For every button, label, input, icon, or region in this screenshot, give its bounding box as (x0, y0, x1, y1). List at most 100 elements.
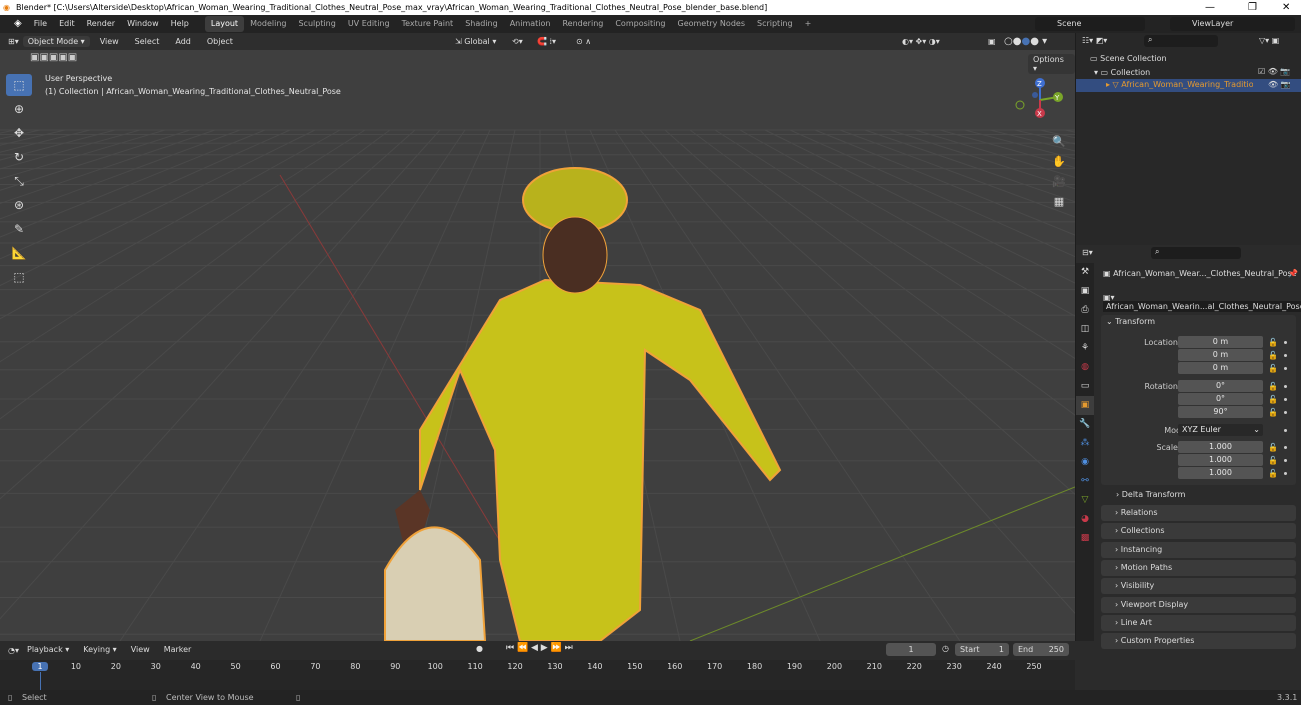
keying-menu[interactable]: Keying ▾ (77, 641, 122, 659)
view-layer-tab-icon[interactable]: ◫ (1076, 320, 1094, 339)
location-x-field[interactable]: 0 m (1178, 336, 1263, 348)
keyframe-dot[interactable] (1284, 446, 1287, 449)
tab-uv-editing[interactable]: UV Editing (342, 16, 396, 32)
lock-icon[interactable]: 🔓 (1268, 336, 1278, 349)
start-frame-field[interactable]: Start 1 (955, 643, 1009, 656)
timeline-view-menu[interactable]: View (125, 641, 156, 659)
tab-sculpting[interactable]: Sculpting (292, 16, 341, 32)
playback-controls[interactable]: ⏮ ⏪ ◀ ▶ ⏩ ⏭ (506, 643, 573, 653)
keyframe-dot[interactable] (1284, 472, 1287, 475)
menu-view[interactable]: View (94, 33, 125, 51)
transform-icon[interactable]: ⊛ (6, 194, 32, 216)
rotate-icon[interactable]: ↻ (6, 146, 32, 168)
marker-menu[interactable]: Marker (158, 641, 198, 659)
tab-geometry-nodes[interactable]: Geometry Nodes (672, 16, 751, 32)
panel-collections[interactable]: › Collections (1101, 523, 1296, 540)
scale-icon[interactable]: ⤡ (6, 170, 32, 192)
material-tab-icon[interactable]: ◕ (1076, 510, 1094, 529)
tab-rendering[interactable]: Rendering (556, 16, 609, 32)
modifier-tab-icon[interactable]: 🔧 (1076, 415, 1094, 434)
location-z-field[interactable]: 0 m (1178, 362, 1263, 374)
editor-type-icon[interactable]: ⊞▾ (8, 37, 19, 46)
outliner-display-icon[interactable]: ☷▾ ◩▾ (1082, 36, 1107, 45)
panel-motion-paths[interactable]: › Motion Paths (1101, 559, 1296, 576)
end-frame-field[interactable]: End 250 (1013, 643, 1069, 656)
lock-icon[interactable]: 🔓 (1268, 349, 1278, 362)
menu-object[interactable]: Object (201, 33, 239, 51)
grid-view-icon[interactable]: ▦ (1050, 192, 1068, 212)
collection-tab-icon[interactable]: ▭ (1076, 377, 1094, 396)
collection-item[interactable]: ▾ ▭ Collection (1094, 68, 1150, 77)
scene-selector[interactable]: Scene (1035, 17, 1145, 31)
snap-icon[interactable]: 🧲 ⁞▾ (537, 37, 556, 46)
keyframe-dot[interactable] (1284, 398, 1287, 401)
transform-header[interactable]: ⌄ Transform (1106, 317, 1155, 326)
panel-viewport-display[interactable]: › Viewport Display (1101, 596, 1296, 613)
timeline-ruler[interactable]: 1 10 20 30 40 50 60 70 80 90 100 110 120 130 140 150 160… (0, 660, 1075, 690)
particles-tab-icon[interactable]: ⁂ (1076, 434, 1094, 453)
blender-menu-icon[interactable]: ◈ (8, 15, 28, 33)
panel-visibility[interactable]: › Visibility (1101, 578, 1296, 595)
object-item[interactable]: ▸ ▽ African_Woman_Wearing_Traditional_Cl… (1076, 79, 1301, 92)
options-dropdown[interactable]: Options ▾ (1028, 54, 1075, 74)
tab-shading[interactable]: Shading (459, 16, 504, 32)
record-icon[interactable]: ● (476, 644, 483, 653)
keyframe-dot[interactable] (1284, 367, 1287, 370)
scale-z-field[interactable]: 1.000 (1178, 467, 1263, 479)
pan-hand-icon[interactable]: ✋ (1050, 152, 1068, 172)
shading-modes[interactable]: ○●●● ▾ (1004, 36, 1047, 47)
zoom-icon[interactable]: 🔍 (1050, 132, 1068, 152)
tab-texture-paint[interactable]: Texture Paint (396, 16, 460, 32)
playhead[interactable]: 1 (32, 662, 48, 671)
physics-tab-icon[interactable]: ◉ (1076, 453, 1094, 472)
lock-icon[interactable]: 🔓 (1268, 362, 1278, 375)
playhead-line[interactable] (40, 672, 41, 690)
properties-search-input[interactable]: ⌕ (1151, 247, 1241, 259)
close-button[interactable]: ✕ (1282, 0, 1290, 15)
panel-relations[interactable]: › Relations (1101, 505, 1296, 521)
object-name-field[interactable]: ▣ African_Woman_Wear..._Clothes_Neutral_… (1103, 269, 1297, 278)
lock-icon[interactable]: 🔓 (1268, 380, 1278, 393)
collection-visibility-icons[interactable]: ☑ 👁 📷 (1258, 67, 1290, 76)
properties-editor-type-icon[interactable]: ⊟▾ (1082, 248, 1093, 257)
scale-x-field[interactable]: 1.000 (1178, 441, 1263, 453)
outliner-search-input[interactable]: ⌕ (1144, 35, 1218, 47)
add-cube-icon[interactable]: ⬚ (6, 266, 32, 288)
tab-layout[interactable]: Layout (204, 16, 245, 32)
lock-icon[interactable]: 🔓 (1268, 393, 1278, 406)
location-y-field[interactable]: 0 m (1178, 349, 1263, 361)
scale-y-field[interactable]: 1.000 (1178, 454, 1263, 466)
scene-collection-item[interactable]: ▭ Scene Collection (1090, 54, 1167, 63)
pivot-icon[interactable]: ⟲▾ (512, 37, 523, 46)
annotate-icon[interactable]: ✎ (6, 218, 32, 240)
keyframe-dot[interactable] (1284, 385, 1287, 388)
tab-animation[interactable]: Animation (504, 16, 557, 32)
panel-line-art[interactable]: › Line Art (1101, 614, 1296, 631)
texture-tab-icon[interactable]: ▩ (1076, 529, 1094, 548)
menu-help[interactable]: Help (165, 15, 195, 33)
lock-icon[interactable]: 🔓 (1268, 441, 1278, 454)
output-tab-icon[interactable]: ⎙ (1076, 301, 1094, 320)
playback-menu[interactable]: Playback ▾ (21, 641, 75, 659)
tab-scripting[interactable]: Scripting (751, 16, 799, 32)
keyframe-dot[interactable] (1284, 459, 1287, 462)
object-data-dropdown[interactable]: ▣▾ African_Woman_Wearin...al_Clothes_Neu… (1103, 293, 1301, 312)
tab-compositing[interactable]: Compositing (609, 16, 671, 32)
world-tab-icon[interactable]: ◍ (1076, 358, 1094, 377)
menu-edit[interactable]: Edit (53, 15, 81, 33)
rotation-z-field[interactable]: 90° (1178, 406, 1263, 418)
lock-icon[interactable]: 🔓 (1268, 467, 1278, 480)
menu-window[interactable]: Window (121, 15, 165, 33)
mode-dropdown[interactable]: Object Mode ▾ (22, 36, 90, 47)
rotation-x-field[interactable]: 0° (1178, 380, 1263, 392)
camera-icon[interactable]: 🎥 (1050, 172, 1068, 192)
viewport-gizmo-icons[interactable]: ◐▾ ✥▾ ◑▾ (902, 37, 940, 46)
keyframe-dot[interactable] (1284, 354, 1287, 357)
3d-viewport[interactable]: User Perspective (1) Collection | Africa… (0, 50, 1075, 641)
add-workspace-button[interactable]: + (799, 16, 818, 32)
panel-custom-properties[interactable]: › Custom Properties (1101, 633, 1296, 650)
menu-select[interactable]: Select (129, 33, 166, 51)
data-tab-icon[interactable]: ▽ (1076, 491, 1094, 510)
object-visibility-icons[interactable]: 👁 📷 (1268, 80, 1291, 89)
view-layer-selector[interactable]: ViewLayer (1170, 17, 1295, 31)
